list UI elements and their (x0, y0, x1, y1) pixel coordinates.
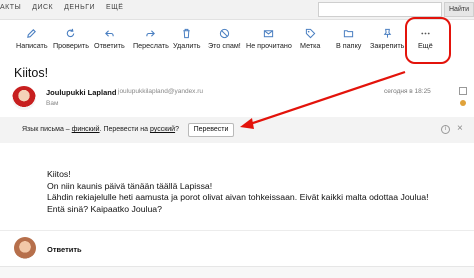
info-icon[interactable]: i (441, 125, 450, 134)
source-language-link[interactable]: финский (72, 126, 100, 133)
recipient-label[interactable]: Вам (46, 100, 58, 107)
label-button[interactable]: Метка (300, 28, 320, 50)
move-to-folder-button[interactable]: В папку (336, 28, 361, 50)
reply-button[interactable]: Ответить (94, 28, 125, 50)
message-toolbar: Написать Проверить Ответить Переслать Уд… (0, 28, 474, 54)
close-icon[interactable]: × (457, 124, 463, 134)
tag-icon (304, 28, 316, 39)
pencil-icon (26, 28, 38, 39)
message-subject: Kiitos! (14, 66, 49, 80)
nav-item-money[interactable]: ДЕНЬГИ (64, 4, 95, 11)
sender-avatar[interactable] (12, 86, 36, 110)
forward-icon (145, 28, 157, 39)
mark-unread-button[interactable]: Не прочитано (246, 28, 292, 50)
divider (0, 230, 474, 231)
top-bar: АКТЫ ДИСК ДЕНЬГИ ЕЩЁ Найти (0, 0, 474, 20)
more-button-highlight (405, 17, 451, 64)
body-line: Entä sinä? Kaipaatko Joulua? (47, 203, 162, 214)
forward-button[interactable]: Переслать (133, 28, 169, 50)
message-date: сегодня в 18:25 (384, 88, 431, 95)
search-button[interactable]: Найти (444, 2, 474, 17)
top-nav: АКТЫ ДИСК ДЕНЬГИ ЕЩЁ (0, 4, 123, 11)
spam-icon (218, 28, 230, 39)
translate-notice: Язык письма – финский. Перевести на русс… (22, 126, 179, 133)
search-input[interactable] (318, 2, 442, 17)
refresh-icon (65, 28, 77, 39)
nav-item-contacts[interactable]: АКТЫ (0, 4, 21, 11)
nav-item-more[interactable]: ЕЩЁ (106, 4, 123, 11)
compose-button[interactable]: Написать (16, 28, 48, 50)
pin-icon (381, 28, 393, 39)
envelope-icon (263, 28, 275, 39)
quick-reply-link[interactable]: Ответить (47, 245, 82, 254)
user-avatar (14, 237, 36, 259)
message-body: Kiitos! On niin kaunis päivä tänään tääl… (47, 169, 429, 215)
delete-button[interactable]: Удалить (173, 28, 200, 50)
target-language-link[interactable]: русский (150, 126, 175, 133)
important-dot-icon[interactable] (460, 100, 466, 106)
sender-name[interactable]: Joulupukki Lapland (46, 88, 116, 97)
nav-item-disk[interactable]: ДИСК (32, 4, 53, 11)
trash-icon (181, 28, 193, 39)
spam-button[interactable]: Это спам! (208, 28, 241, 50)
sender-email: joulupukkilapland@yandex.ru (118, 88, 204, 95)
translate-button[interactable]: Перевести (188, 123, 234, 137)
folder-icon (343, 28, 355, 39)
check-mail-button[interactable]: Проверить (53, 28, 89, 50)
bottom-bar (0, 266, 474, 278)
reply-icon (103, 28, 115, 39)
body-line: On niin kaunis päivä tänään täällä Lapis… (47, 180, 213, 191)
checkbox-icon[interactable] (459, 87, 467, 95)
body-line: Kiitos! (47, 169, 71, 179)
pin-button[interactable]: Закрепить (370, 28, 404, 50)
body-line: Lähdin rekiajelulle heti aamusta ja poro… (47, 192, 429, 203)
